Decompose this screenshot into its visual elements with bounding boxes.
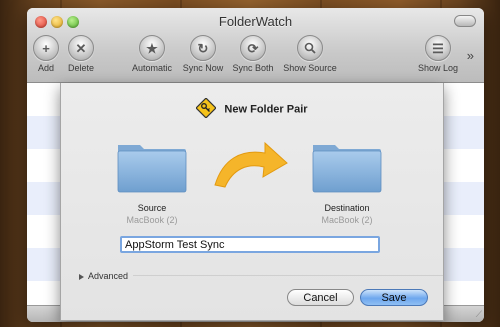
toolbar-toggle-button[interactable] xyxy=(454,15,476,27)
show-source-label: Show Source xyxy=(283,63,337,73)
sync-both-button[interactable]: ⟳ Sync Both xyxy=(223,35,283,73)
sheet-title-text: New Folder Pair xyxy=(224,103,308,116)
key-sign-icon xyxy=(195,97,218,121)
show-log-label: Show Log xyxy=(417,63,459,73)
magnifier-icon xyxy=(297,35,323,61)
app-window: FolderWatch + Add ✕ Delete ★ Automatic ↻… xyxy=(27,8,484,322)
disclosure-triangle-icon xyxy=(79,273,84,280)
window-title: FolderWatch xyxy=(218,14,293,29)
cancel-button[interactable]: Cancel xyxy=(287,289,354,306)
divider xyxy=(133,275,443,276)
advanced-disclosure[interactable]: Advanced xyxy=(79,271,128,281)
refresh-icon: ↻ xyxy=(190,35,216,61)
pair-name-input[interactable] xyxy=(120,236,380,253)
sync-direction-arrow-icon xyxy=(214,141,288,188)
star-icon: ★ xyxy=(139,35,165,61)
delete-label: Delete xyxy=(67,63,94,73)
advanced-label: Advanced xyxy=(88,271,129,281)
destination-volume: MacBook (2) xyxy=(321,215,373,225)
new-folder-pair-sheet: New Folder Pair Source MacBook (2) Desti… xyxy=(60,83,444,321)
titlebar: FolderWatch + Add ✕ Delete ★ Automatic ↻… xyxy=(27,8,484,83)
delete-button[interactable]: ✕ Delete xyxy=(51,35,111,73)
destination-label: Destination xyxy=(324,203,370,213)
sync-both-label: Sync Both xyxy=(232,63,274,73)
show-log-button[interactable]: ☰ Show Log xyxy=(408,35,468,73)
sync-both-icon: ⟳ xyxy=(240,35,266,61)
sheet-title: New Folder Pair xyxy=(61,97,443,121)
overflow-chevron-icon[interactable]: » xyxy=(467,48,474,63)
resize-grip-icon[interactable]: ⟋ xyxy=(476,309,482,320)
source-label: Source xyxy=(137,203,167,213)
source-folder-icon[interactable] xyxy=(116,139,188,193)
x-icon: ✕ xyxy=(68,35,94,61)
source-volume: MacBook (2) xyxy=(126,215,178,225)
list-icon: ☰ xyxy=(425,35,451,61)
destination-folder-icon[interactable] xyxy=(311,139,383,193)
save-button[interactable]: Save xyxy=(360,289,428,306)
show-source-button[interactable]: Show Source xyxy=(280,35,340,73)
